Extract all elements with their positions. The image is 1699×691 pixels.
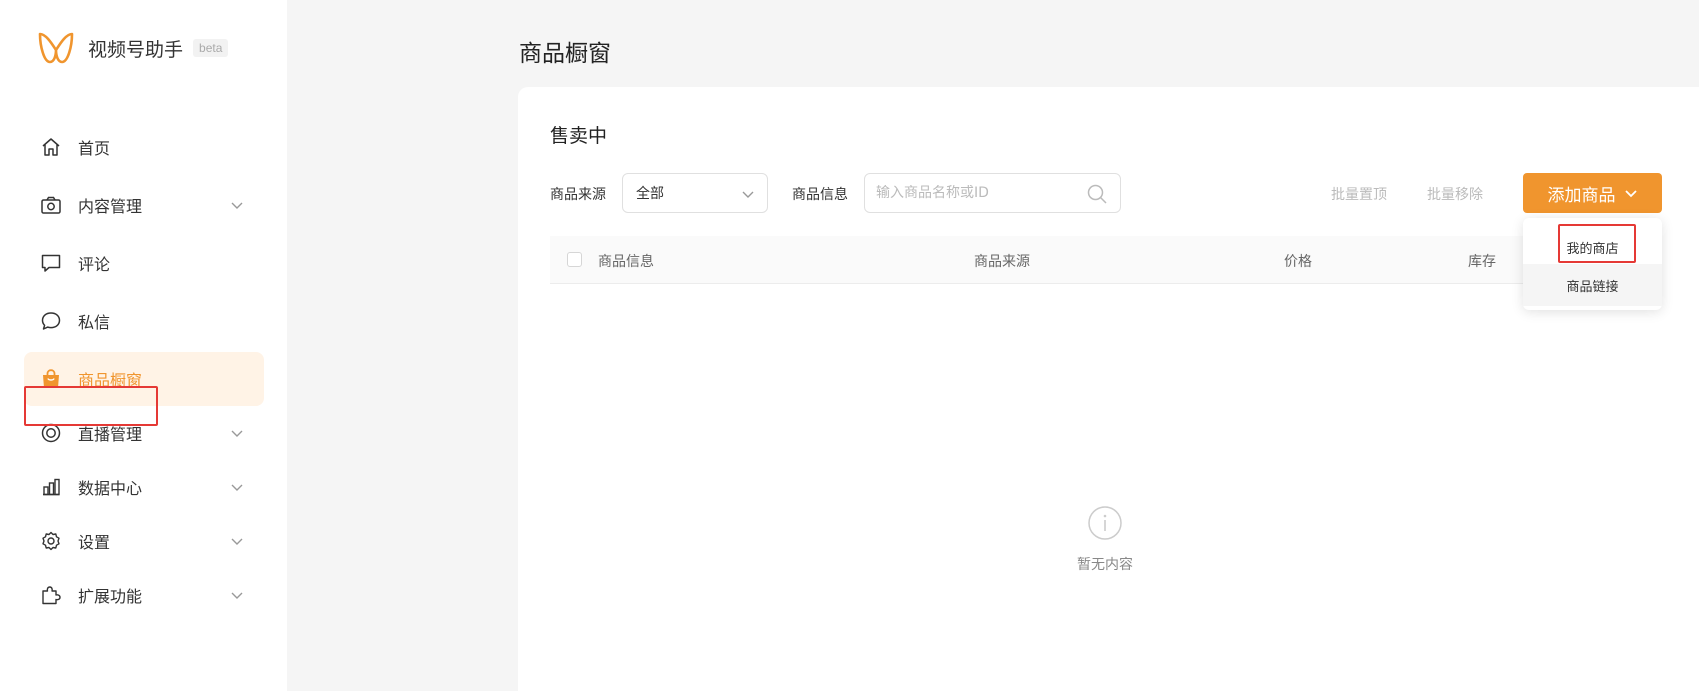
empty-state: 暂无内容: [1040, 505, 1170, 574]
sidebar-item-extensions[interactable]: 扩展功能: [24, 568, 264, 622]
sidebar-item-messages[interactable]: 私信: [24, 294, 264, 348]
chevron-down-icon: [231, 430, 243, 437]
home-icon: [40, 136, 62, 158]
sidebar-item-data[interactable]: 数据中心: [24, 460, 264, 514]
table-header: 商品信息 商品来源 价格 库存: [550, 236, 1550, 284]
page-title: 商品橱窗: [519, 41, 611, 67]
column-header: 价格: [1284, 254, 1312, 270]
sidebar-item-content[interactable]: 内容管理: [24, 178, 264, 232]
brand[interactable]: 视频号助手 beta: [36, 28, 229, 68]
select-all-checkbox[interactable]: [567, 252, 582, 267]
info-icon: [1088, 506, 1122, 540]
sidebar-item-live[interactable]: 直播管理: [24, 406, 264, 460]
message-icon: [40, 310, 62, 332]
chevron-down-icon: [231, 202, 243, 209]
menu-item-product-link[interactable]: 商品链接: [1523, 264, 1662, 306]
search-icon[interactable]: [1086, 183, 1108, 205]
sidebar-item-label: 评论: [78, 255, 111, 274]
sidebar-item-label: 首页: [78, 139, 111, 158]
camera-icon: [40, 194, 62, 216]
chevron-down-icon: [231, 484, 243, 491]
beta-badge: beta: [193, 39, 229, 57]
menu-item-label: 我的商店: [1566, 241, 1619, 257]
logo-icon: [38, 32, 74, 64]
sidebar-item-label: 直播管理: [78, 425, 143, 444]
sidebar-item-label: 数据中心: [78, 479, 143, 498]
search-input[interactable]: [876, 185, 1076, 201]
sidebar-item-label: 商品橱窗: [78, 371, 143, 390]
sidebar: 视频号助手 beta 首页 内容管理 评论 私信 商品橱窗 直播管理 数据中心 …: [0, 0, 287, 691]
sidebar-item-label: 内容管理: [78, 197, 143, 216]
sidebar-item-comments[interactable]: 评论: [24, 236, 264, 290]
chart-icon: [40, 476, 62, 498]
batch-top-button[interactable]: 批量置顶: [1331, 184, 1387, 204]
live-icon: [40, 422, 62, 444]
search-box[interactable]: [864, 173, 1121, 213]
puzzle-icon: [40, 584, 62, 606]
empty-text: 暂无内容: [1077, 557, 1133, 573]
chevron-down-icon: [231, 538, 243, 545]
sidebar-item-shop-window[interactable]: 商品橱窗: [24, 352, 264, 406]
menu-item-label: 商品链接: [1566, 279, 1619, 295]
source-select[interactable]: 全部: [622, 173, 768, 213]
shopping-bag-icon: [40, 368, 62, 390]
add-product-label: 添加商品: [1547, 185, 1616, 206]
menu-item-my-store[interactable]: 我的商店: [1523, 226, 1662, 268]
source-select-value: 全部: [636, 186, 664, 202]
section-title: 售卖中: [550, 125, 608, 147]
app-title: 视频号助手: [88, 38, 184, 61]
column-header: 库存: [1468, 254, 1496, 270]
comment-icon: [40, 252, 62, 274]
sidebar-item-settings[interactable]: 设置: [24, 514, 264, 568]
source-filter-label: 商品来源: [550, 187, 606, 203]
chevron-down-icon: [742, 191, 754, 198]
column-header: 商品信息: [598, 254, 654, 270]
sidebar-item-label: 设置: [78, 533, 111, 552]
add-product-button[interactable]: 添加商品: [1523, 173, 1662, 213]
column-header: 商品来源: [974, 254, 1030, 270]
gear-icon: [40, 530, 62, 552]
chevron-down-icon: [231, 592, 243, 599]
info-filter-label: 商品信息: [792, 187, 848, 203]
chevron-down-icon: [1624, 190, 1637, 198]
sidebar-item-home[interactable]: 首页: [24, 120, 264, 174]
sidebar-item-label: 扩展功能: [78, 587, 143, 606]
sidebar-item-label: 私信: [78, 313, 111, 332]
batch-remove-button[interactable]: 批量移除: [1427, 184, 1483, 204]
add-product-dropdown: 我的商店 商品链接: [1523, 218, 1662, 310]
